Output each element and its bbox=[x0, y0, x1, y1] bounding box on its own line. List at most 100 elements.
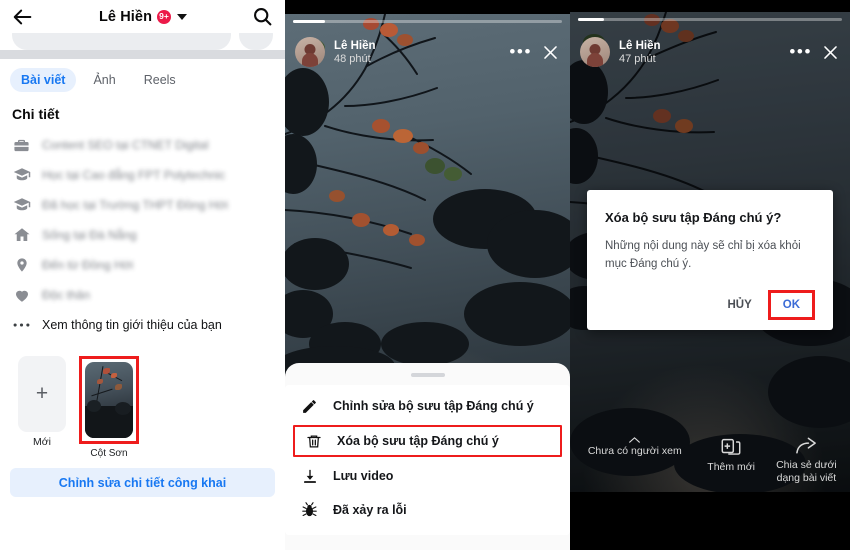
section-divider bbox=[0, 50, 285, 59]
tab-bai-viet[interactable]: Bài viết bbox=[10, 68, 77, 92]
add-new-button[interactable]: Thêm mới bbox=[694, 436, 769, 474]
close-icon[interactable] bbox=[541, 43, 560, 62]
profile-panel: Lê Hiền 9+ Bài viết Ảnh Reels Chi tiết C… bbox=[0, 0, 285, 550]
avatar[interactable] bbox=[580, 37, 610, 67]
add-new-label: Thêm mới bbox=[707, 461, 756, 473]
download-icon bbox=[299, 468, 320, 485]
location-pin-icon bbox=[12, 256, 31, 275]
story-author-name: Lê Hiền bbox=[619, 39, 661, 52]
detail-row[interactable]: Sống tại Đà Nẵng bbox=[0, 220, 285, 250]
chevron-up-icon bbox=[629, 437, 641, 443]
trash-icon bbox=[303, 433, 324, 450]
detail-row[interactable]: Content SEO tại CTNET Digital bbox=[0, 130, 285, 160]
cancel-button[interactable]: HỦY bbox=[717, 293, 761, 317]
bottom-black-bar bbox=[570, 492, 850, 550]
heart-icon bbox=[12, 286, 31, 305]
share-arrow-icon bbox=[796, 437, 816, 454]
page-title: Lê Hiền bbox=[98, 8, 153, 25]
story-progress-bar bbox=[578, 18, 842, 21]
notification-badge: 9+ bbox=[157, 9, 172, 24]
story-progress-fill bbox=[578, 18, 605, 21]
story-progress-fill bbox=[293, 20, 326, 23]
detail-text: Học tại Cao đẳng FPT Polytechnic bbox=[42, 168, 226, 182]
tab-reels[interactable]: Reels bbox=[133, 68, 187, 92]
bottom-sheet: Chỉnh sửa bộ sưu tập Đáng chú ý Xóa bộ s… bbox=[285, 363, 570, 550]
detail-text: Content SEO tại CTNET Digital bbox=[42, 138, 209, 152]
search-filter-button[interactable] bbox=[239, 33, 273, 50]
chevron-down-icon[interactable] bbox=[177, 13, 188, 20]
highlight-label: Cột Sơn bbox=[90, 448, 128, 459]
briefcase-icon bbox=[12, 136, 31, 155]
sheet-item-list: Chỉnh sửa bộ sưu tập Đáng chú ý Xóa bộ s… bbox=[285, 385, 570, 535]
highlights-row: + Mới Cột Sơn bbox=[0, 340, 285, 459]
highlight-label: Mới bbox=[33, 436, 51, 448]
detail-text: Độc thân bbox=[42, 288, 91, 302]
profile-title-group[interactable]: Lê Hiền 9+ bbox=[34, 9, 252, 25]
graduation-cap-icon bbox=[12, 196, 31, 215]
detail-row-see-about[interactable]: Xem thông tin giới thiệu của bạn bbox=[0, 310, 285, 340]
detail-text: Sống tại Đà Nẵng bbox=[42, 228, 137, 242]
sheet-drag-handle[interactable] bbox=[410, 373, 445, 377]
details-heading: Chi tiết bbox=[12, 106, 60, 122]
profile-tabs: Bài viết Ảnh Reels bbox=[0, 59, 285, 100]
menu-item-report-problem[interactable]: Đã xảy ra lỗi bbox=[285, 493, 570, 527]
screenshot-root: Lê Hiền 9+ Bài viết Ảnh Reels Chi tiết C… bbox=[0, 0, 850, 550]
detail-row[interactable]: Đã học tại Trường THPT Đồng Hới bbox=[0, 190, 285, 220]
highlight-story-item[interactable]: Cột Sơn bbox=[79, 356, 139, 459]
menu-item-label: Chỉnh sửa bộ sưu tập Đáng chú ý bbox=[333, 399, 534, 413]
search-input[interactable] bbox=[12, 33, 231, 50]
search-icon[interactable] bbox=[252, 6, 273, 27]
back-arrow-icon[interactable] bbox=[12, 6, 34, 28]
avatar[interactable] bbox=[295, 37, 325, 67]
dialog-actions: HỦY OK bbox=[605, 289, 815, 320]
detail-row[interactable]: Độc thân bbox=[0, 280, 285, 310]
ellipsis-icon[interactable]: ••• bbox=[509, 43, 532, 60]
menu-item-label: Đã xảy ra lỗi bbox=[333, 503, 407, 517]
close-icon[interactable] bbox=[821, 43, 840, 62]
story-bottom-bar: Chưa có người xem Thêm mới Chia sẻ dưới … bbox=[570, 430, 850, 492]
story-progress-bar bbox=[293, 20, 562, 23]
add-card-icon bbox=[721, 438, 741, 455]
graduation-cap-icon bbox=[12, 166, 31, 185]
profile-top-bar: Lê Hiền 9+ bbox=[0, 0, 285, 33]
detail-row[interactable]: Học tại Cao đẳng FPT Polytechnic bbox=[0, 160, 285, 190]
share-as-post-button[interactable]: Chia sẻ dưới dạng bài viết bbox=[769, 436, 844, 486]
detail-text: Đến từ Đồng Hới bbox=[42, 258, 134, 272]
ellipsis-icon[interactable]: ••• bbox=[789, 43, 812, 60]
menu-item-edit-collection[interactable]: Chỉnh sửa bộ sưu tập Đáng chú ý bbox=[285, 389, 570, 423]
menu-item-delete-collection[interactable]: Xóa bộ sưu tập Đáng chú ý bbox=[293, 425, 562, 457]
pencil-icon bbox=[299, 398, 320, 415]
bug-icon bbox=[299, 501, 320, 519]
story-author-block: Lê Hiền 48 phút bbox=[334, 40, 500, 65]
ok-button[interactable]: OK bbox=[771, 293, 811, 316]
menu-item-save-video[interactable]: Lưu video bbox=[285, 459, 570, 493]
detail-text: Xem thông tin giới thiệu của bạn bbox=[42, 318, 222, 332]
detail-text: Đã học tại Trường THPT Đồng Hới bbox=[42, 198, 229, 212]
search-bar-row bbox=[0, 33, 285, 50]
detail-row[interactable]: Đến từ Đồng Hới bbox=[0, 250, 285, 280]
dialog-title: Xóa bộ sưu tập Đáng chú ý? bbox=[605, 210, 782, 225]
menu-item-label: Lưu video bbox=[333, 469, 394, 483]
ok-button-red-box: OK bbox=[767, 289, 815, 320]
highlight-new[interactable]: + Mới bbox=[18, 356, 66, 448]
tab-anh[interactable]: Ảnh bbox=[82, 68, 126, 92]
status-bar-black bbox=[285, 0, 570, 14]
plus-icon[interactable]: + bbox=[18, 356, 66, 432]
story-header: Lê Hiền 47 phút ••• bbox=[570, 30, 850, 74]
home-icon bbox=[12, 226, 31, 245]
story-timestamp: 47 phút bbox=[619, 52, 656, 65]
menu-item-label: Xóa bộ sưu tập Đáng chú ý bbox=[337, 434, 499, 448]
viewers-label: Chưa có người xem bbox=[587, 445, 682, 457]
story-timestamp: 48 phút bbox=[334, 52, 371, 65]
story-header: Lê Hiền 48 phút ••• bbox=[285, 30, 570, 74]
story-author-block: Lê Hiền 47 phút bbox=[619, 40, 780, 65]
story-menu-panel: Lê Hiền 48 phút ••• Chỉnh sửa bộ sưu tập… bbox=[285, 0, 570, 550]
viewers-button[interactable]: Chưa có người xem bbox=[576, 436, 694, 458]
highlight-red-box bbox=[79, 356, 139, 444]
share-as-post-label: Chia sẻ dưới dạng bài viết bbox=[776, 459, 837, 485]
delete-confirm-dialog: Xóa bộ sưu tập Đáng chú ý? Những nội dun… bbox=[587, 190, 833, 330]
dialog-body: Những nội dung này sẽ chỉ bị xóa khỏi mụ… bbox=[605, 240, 801, 270]
story-author-name: Lê Hiền bbox=[334, 39, 376, 52]
highlight-thumbnail[interactable] bbox=[85, 362, 133, 438]
edit-public-details-button[interactable]: Chỉnh sửa chi tiết công khai bbox=[10, 468, 275, 497]
